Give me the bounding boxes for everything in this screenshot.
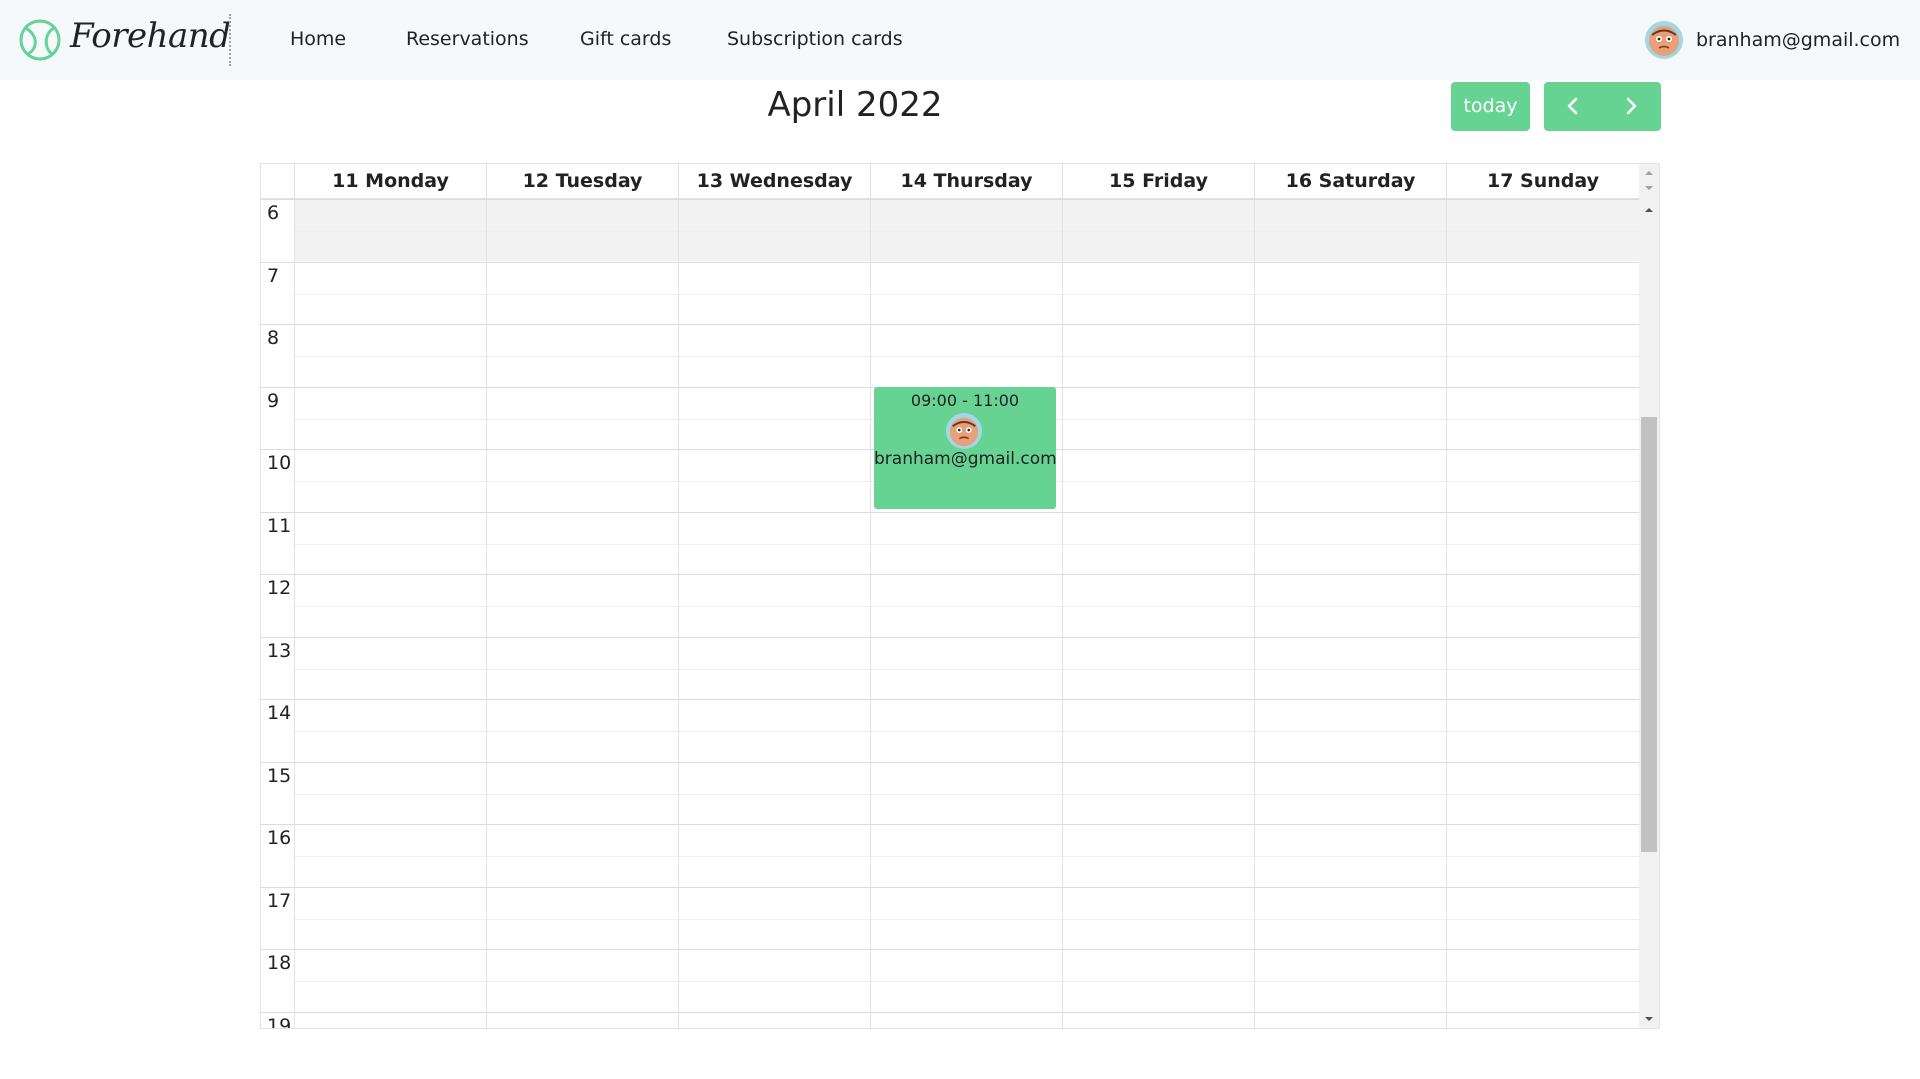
hour-label: 8	[267, 327, 280, 349]
day-column-divider	[1254, 199, 1255, 1028]
header-scroll-spacer	[1639, 164, 1659, 199]
hour-label: 12	[267, 577, 292, 599]
scroll-down-arrow-icon	[1645, 1017, 1653, 1021]
day-column-divider	[1446, 199, 1447, 1028]
scroll-up-arrow-icon	[1645, 171, 1653, 190]
reservation-event[interactable]: 09:00 - 11:00 branham@gmail.com	[874, 387, 1057, 509]
hour-label: 9	[267, 389, 280, 412]
day-column-divider	[678, 199, 679, 1028]
hour-label: 19	[267, 1014, 292, 1029]
hour-row[interactable]: 13	[261, 636, 1639, 700]
week-calendar: 11 Monday 12 Tuesday 13 Wednesday 14 Thu…	[260, 163, 1660, 1029]
day-header-mon: 11 Monday	[294, 164, 486, 199]
scroll-up-button[interactable]	[1639, 199, 1659, 219]
scrollbar-thumb[interactable]	[1641, 417, 1657, 852]
hour-row[interactable]: 8	[261, 324, 1639, 387]
hour-label: 14	[267, 702, 292, 724]
hour-label: 18	[267, 952, 292, 974]
day-column-divider	[870, 199, 871, 1028]
time-gutter-header	[261, 164, 294, 199]
prev-week-button[interactable]	[1544, 82, 1602, 131]
hour-row[interactable]: 14	[261, 699, 1639, 762]
hour-label: 15	[267, 764, 292, 787]
day-header-fri: 15 Friday	[1062, 164, 1254, 199]
hour-row[interactable]: 17	[261, 886, 1639, 950]
day-header-thu: 14 Thursday	[870, 164, 1062, 199]
nav-gift-cards[interactable]: Gift cards	[580, 28, 671, 50]
scroll-up-arrow-icon	[1645, 208, 1653, 212]
day-header-sat: 16 Saturday	[1254, 164, 1446, 199]
user-email[interactable]: branham@gmail.com	[1696, 29, 1900, 51]
hour-label: 11	[267, 514, 292, 537]
day-header-wed: 13 Wednesday	[678, 164, 870, 199]
hour-label: 7	[267, 264, 280, 287]
hour-label: 6	[267, 202, 280, 224]
hour-row[interactable]: 19	[261, 1011, 1639, 1029]
day-column-divider	[486, 199, 487, 1028]
scroll-down-button[interactable]	[1639, 1010, 1659, 1028]
day-header-row: 11 Monday 12 Tuesday 13 Wednesday 14 Thu…	[261, 164, 1639, 199]
chevron-right-icon	[1626, 97, 1637, 115]
nav-divider	[229, 14, 231, 66]
chevron-left-icon	[1567, 97, 1578, 115]
nav-reservations[interactable]: Reservations	[406, 28, 529, 50]
calendar-title: April 2022	[767, 85, 943, 125]
avatar	[945, 412, 983, 450]
vertical-scrollbar[interactable]	[1639, 199, 1659, 1028]
hour-label: 16	[267, 827, 292, 849]
time-grid[interactable]: 6 7 8 9 10 11 12 13 14 15 16 17 18 19 09…	[261, 199, 1639, 1029]
today-button[interactable]: today	[1451, 82, 1530, 131]
day-column-divider	[1062, 199, 1063, 1028]
hour-label: 10	[267, 452, 292, 474]
event-email: branham@gmail.com	[874, 449, 1057, 469]
hour-row[interactable]: 18	[261, 949, 1639, 1012]
hour-row[interactable]: 15	[261, 761, 1639, 825]
next-week-button[interactable]	[1602, 82, 1660, 131]
hour-row[interactable]: 11	[261, 511, 1639, 575]
hour-row[interactable]: 6	[261, 199, 1639, 262]
tennis-ball-icon[interactable]	[18, 18, 62, 62]
brand-name[interactable]: Forehand	[70, 16, 231, 56]
day-header-tue: 12 Tuesday	[486, 164, 678, 199]
nav-subscription-cards[interactable]: Subscription cards	[727, 28, 903, 50]
nav-button-group	[1544, 82, 1661, 131]
hour-row[interactable]: 7	[261, 261, 1639, 325]
hour-label: 17	[267, 889, 292, 912]
hour-row[interactable]: 12	[261, 574, 1639, 637]
day-column-divider	[294, 199, 295, 1028]
hour-label: 13	[267, 639, 292, 662]
nav-home[interactable]: Home	[290, 28, 346, 50]
top-navbar: Forehand Home Reservations Gift cards Su…	[0, 0, 1920, 80]
hour-row[interactable]: 16	[261, 824, 1639, 887]
day-header-sun: 17 Sunday	[1446, 164, 1639, 199]
event-time: 09:00 - 11:00	[910, 391, 1020, 410]
avatar[interactable]	[1644, 20, 1684, 60]
